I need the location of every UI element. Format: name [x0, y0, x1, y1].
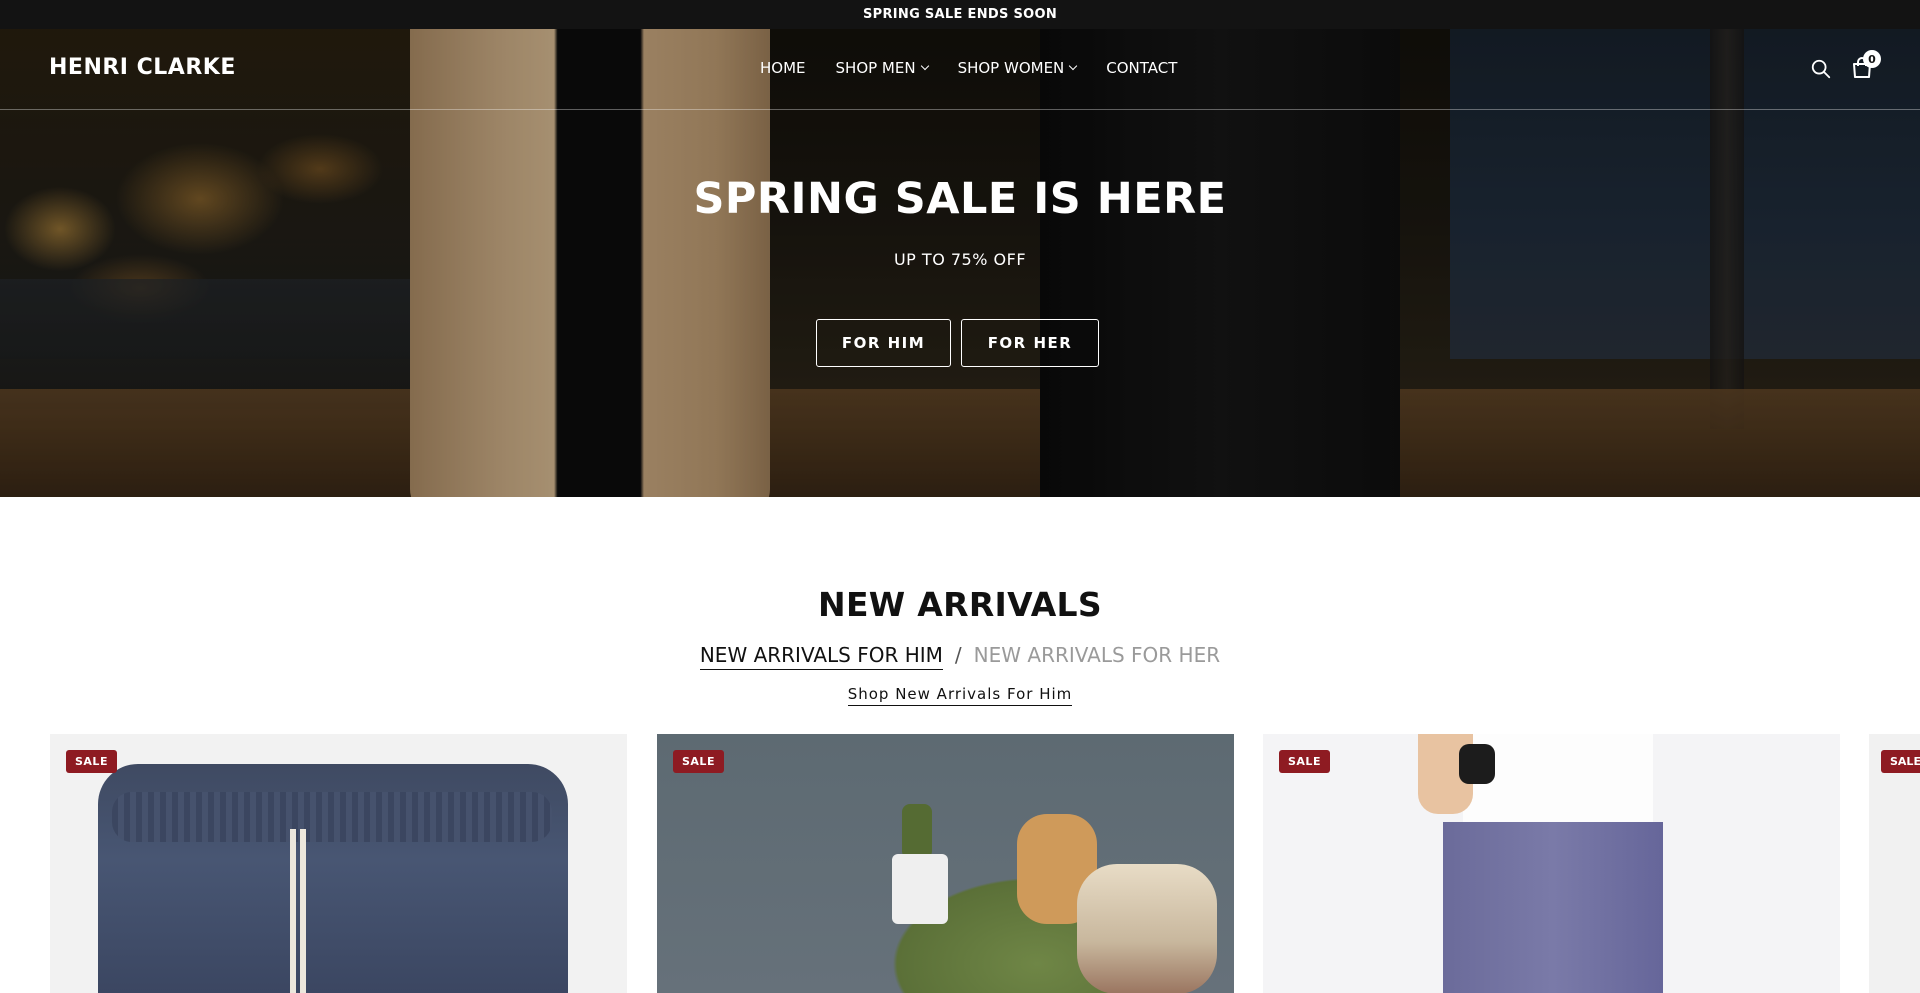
shop-new-arrivals-link[interactable]: Shop New Arrivals For Him	[847, 685, 1073, 706]
product-card-pants[interactable]: SALE	[1263, 734, 1840, 993]
product-image-waistband	[112, 792, 552, 842]
site-header: HENRI CLARKE HOME SHOP MEN SHOP WOMEN CO…	[0, 29, 1920, 110]
announcement-bar: SPRING SALE ENDS SOON	[0, 0, 1920, 29]
sale-badge: SALE	[673, 750, 724, 773]
product-card-shorts[interactable]: SALE	[50, 734, 627, 993]
main-nav: HOME SHOP MEN SHOP WOMEN CONTACT	[760, 59, 1177, 77]
nav-home-label: HOME	[760, 59, 806, 77]
hero-subtitle: UP TO 75% OFF	[893, 250, 1027, 269]
brand-logo[interactable]: HENRI CLARKE	[49, 55, 236, 80]
for-her-button[interactable]: FOR HER	[961, 319, 1099, 367]
product-card-sneaker[interactable]: SALE	[657, 734, 1234, 993]
shop-new-arrivals-link-wrap: Shop New Arrivals For Him	[0, 685, 1920, 706]
sale-badge: SALE	[66, 750, 117, 773]
product-image-tongue	[902, 804, 932, 859]
product-image-sole	[1077, 864, 1217, 993]
announcement-text: SPRING SALE ENDS SOON	[862, 7, 1057, 22]
product-card-partial[interactable]: SALE	[1869, 734, 1920, 993]
nav-shop-men-label: SHOP MEN	[835, 59, 916, 77]
new-arrivals-title: NEW ARRIVALS	[818, 585, 1102, 624]
hero-title: SPRING SALE IS HERE	[693, 174, 1227, 224]
nav-shop-men[interactable]: SHOP MEN	[835, 59, 929, 77]
new-arrivals-tabs: NEW ARRIVALS FOR HIM / NEW ARRIVALS FOR …	[0, 643, 1920, 670]
tab-separator: /	[954, 643, 962, 667]
sale-badge: SALE	[1881, 750, 1920, 773]
nav-contact[interactable]: CONTACT	[1106, 59, 1177, 77]
product-image-pants	[1443, 822, 1663, 993]
chevron-down-icon	[920, 61, 929, 71]
tab-new-arrivals-him[interactable]: NEW ARRIVALS FOR HIM	[699, 643, 943, 670]
for-him-button[interactable]: FOR HIM	[816, 319, 951, 367]
sale-badge: SALE	[1279, 750, 1330, 773]
tab-new-arrivals-her[interactable]: NEW ARRIVALS FOR HER	[974, 643, 1220, 670]
product-image-tag	[892, 854, 948, 924]
chevron-down-icon	[1069, 61, 1078, 71]
nav-shop-women[interactable]: SHOP WOMEN	[957, 59, 1078, 77]
nav-contact-label: CONTACT	[1106, 59, 1178, 77]
nav-shop-women-label: SHOP WOMEN	[957, 59, 1065, 77]
nav-home[interactable]: HOME	[760, 59, 806, 77]
cart-count-badge: 0	[1863, 50, 1881, 68]
search-icon[interactable]	[1810, 58, 1832, 80]
product-image-drawstring	[290, 829, 306, 993]
product-image-watch	[1459, 744, 1495, 784]
